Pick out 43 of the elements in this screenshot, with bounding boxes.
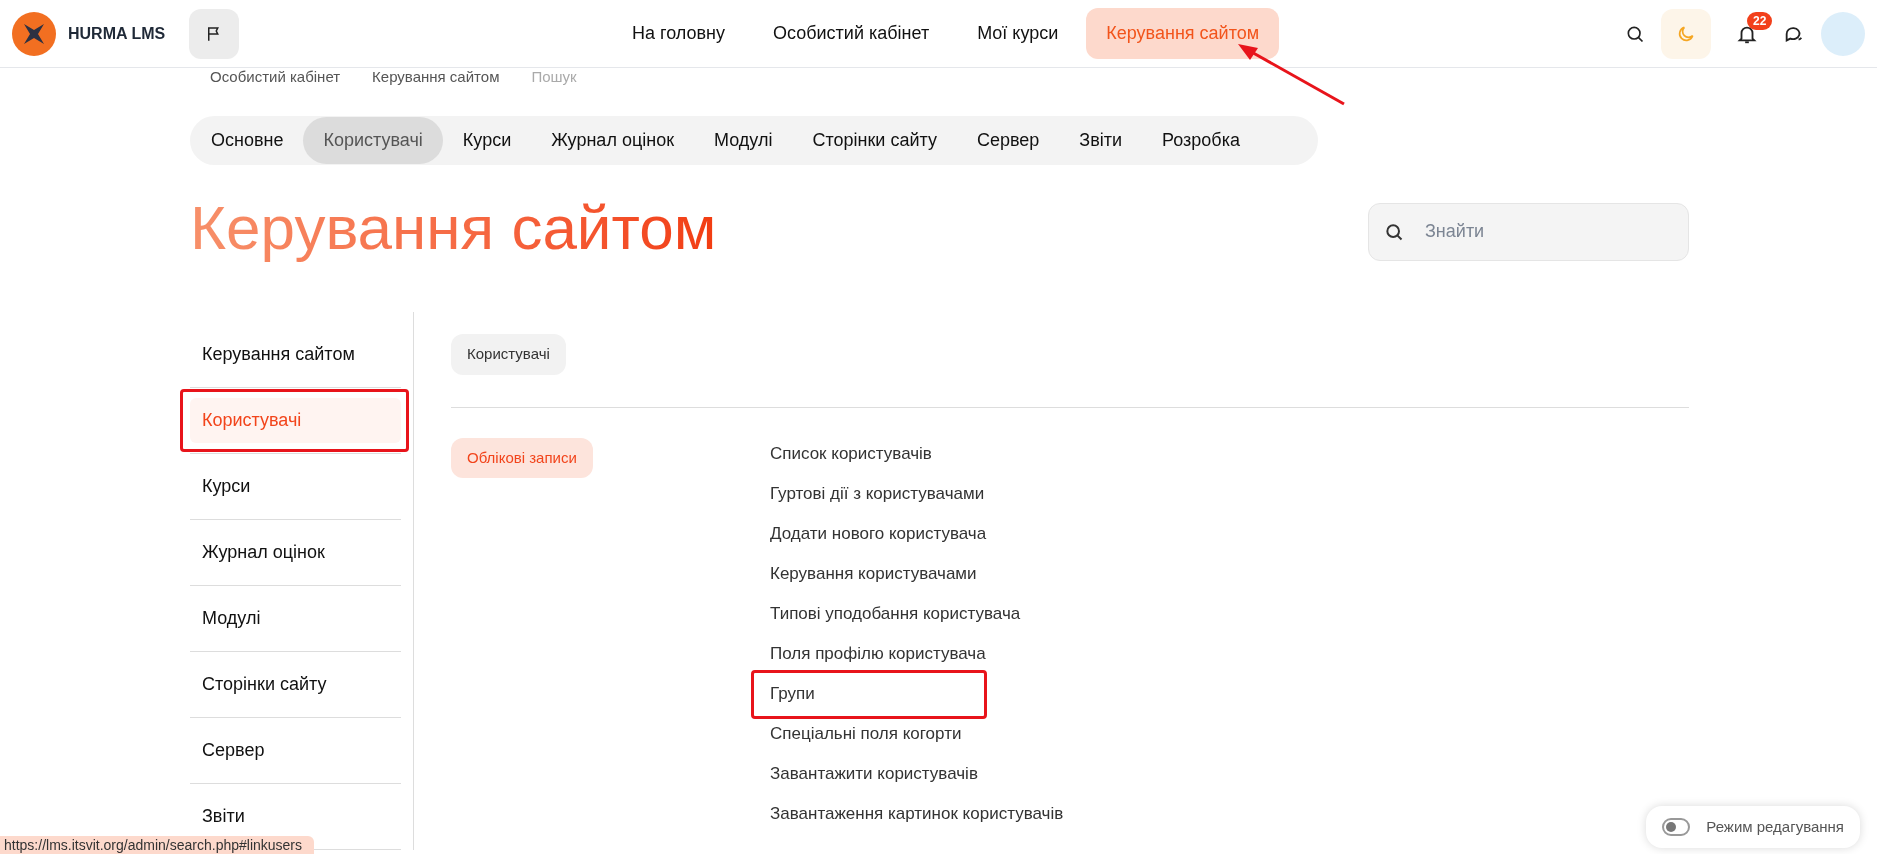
flag-button[interactable] (189, 8, 240, 59)
admin-link[interactable]: Поля профілю користувача (770, 643, 986, 663)
admin-link[interactable]: Типові уподобання користувача (770, 603, 1021, 623)
section-chip[interactable]: Користувачі (451, 334, 566, 375)
notification-badge: 22 (1747, 11, 1773, 30)
admin-link[interactable]: Завантаження картинок користувачів (770, 803, 1064, 823)
link-url-tooltip: https://lms.itsvit.org/admin/search.php#linkusers (0, 836, 314, 854)
nav-link[interactable]: Особистий кабінет (753, 8, 950, 59)
admin-link[interactable]: Додати нового користувача (770, 523, 987, 543)
admin-link[interactable]: Гуртові дії з користувачами (770, 483, 985, 503)
tab[interactable]: Основне (191, 117, 304, 164)
sidebar-item[interactable]: Звіти (190, 794, 401, 839)
edit-mode-toggle[interactable]: Режим редагування (1646, 805, 1860, 848)
nav-link[interactable]: На головну (612, 8, 745, 59)
sidebar-item[interactable]: Модулі (190, 596, 401, 641)
sidebar-item[interactable]: Курси (190, 464, 401, 509)
sidebar-item[interactable]: Журнал оцінок (190, 530, 401, 575)
admin-link[interactable]: Завантажити користувачів (770, 763, 978, 783)
sidebar-item[interactable]: Керування сайтом (190, 332, 401, 377)
tab[interactable]: Сервер (956, 117, 1060, 164)
tab[interactable]: Журнал оцінок (531, 117, 695, 164)
admin-link[interactable]: Керування користувачами (770, 563, 977, 583)
nav-link[interactable]: Мої курси (957, 8, 1079, 59)
breadcrumb-item[interactable]: Особистий кабінет (210, 68, 341, 86)
admin-link[interactable]: Спеціальні поля когорти (770, 723, 962, 743)
search-field[interactable]: Знайти (1368, 202, 1689, 261)
theme-toggle-button[interactable] (1661, 8, 1711, 59)
tab[interactable]: Звіти (1059, 117, 1143, 164)
logo-icon (12, 11, 56, 56)
admin-link[interactable]: Групи (770, 683, 815, 703)
tab[interactable]: Користувачі (303, 117, 443, 164)
category-chip: Облікові записи (451, 437, 593, 478)
sidebar-item[interactable]: Сторінки сайту (190, 662, 401, 707)
search-icon (1384, 221, 1404, 242)
tab[interactable]: Розробка (1142, 117, 1260, 164)
tab[interactable]: Курси (442, 117, 532, 164)
sidebar-item[interactable]: Сервер (190, 728, 401, 773)
admin-link[interactable]: Список користувачів (770, 443, 932, 463)
logo-text: HURMA LMS (68, 23, 166, 44)
switch (1662, 817, 1691, 836)
breadcrumb-item[interactable]: Керування сайтом (372, 68, 500, 86)
tab[interactable]: Сторінки сайту (792, 117, 957, 164)
tab[interactable]: Модулі (694, 117, 793, 164)
